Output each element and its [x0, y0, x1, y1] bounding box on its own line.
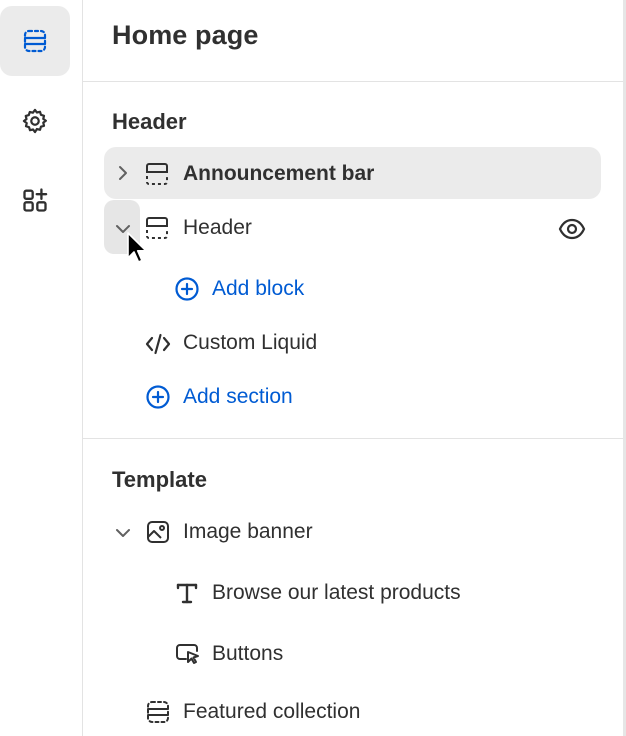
sections-panel: Home page Header Announcement bar Header…	[83, 0, 623, 736]
block-label[interactable]: Buttons	[212, 642, 283, 666]
panel-header: Home page	[83, 0, 623, 82]
chevron-down-icon[interactable]	[113, 523, 133, 543]
settings-nav-button[interactable]	[0, 86, 70, 156]
section-label[interactable]: Header	[183, 216, 252, 240]
page-title: Home page	[112, 20, 259, 50]
header-group-title: Header	[112, 109, 187, 134]
section-label[interactable]: Image banner	[183, 520, 313, 544]
sidebar-rail	[0, 0, 83, 736]
block-label[interactable]: Browse our latest products	[212, 581, 461, 605]
add-circle-icon[interactable]	[174, 276, 200, 302]
code-icon	[145, 333, 171, 355]
button-pointer-icon	[176, 644, 199, 664]
section-layout-icon	[146, 163, 168, 185]
settings-gear-icon	[22, 108, 47, 134]
section-label: Announcement bar	[183, 162, 375, 185]
chevron-right-icon[interactable]	[115, 163, 131, 183]
template-group-title: Template	[112, 467, 207, 492]
section-label[interactable]: Featured collection	[183, 700, 360, 724]
sections-nav-button[interactable]	[0, 6, 70, 76]
section-layout-icon	[147, 701, 169, 723]
add-block-link[interactable]: Add block	[212, 277, 304, 301]
mouse-cursor-icon	[127, 232, 147, 263]
image-icon	[147, 521, 169, 543]
apps-icon	[23, 188, 48, 212]
add-section-link[interactable]: Add section	[183, 385, 293, 409]
sections-icon	[23, 29, 47, 53]
section-label[interactable]: Custom Liquid	[183, 331, 317, 355]
apps-nav-button[interactable]	[0, 165, 70, 235]
group-divider	[83, 438, 623, 439]
text-icon	[176, 583, 198, 604]
add-circle-icon[interactable]	[145, 384, 171, 410]
eye-icon[interactable]	[557, 214, 587, 244]
